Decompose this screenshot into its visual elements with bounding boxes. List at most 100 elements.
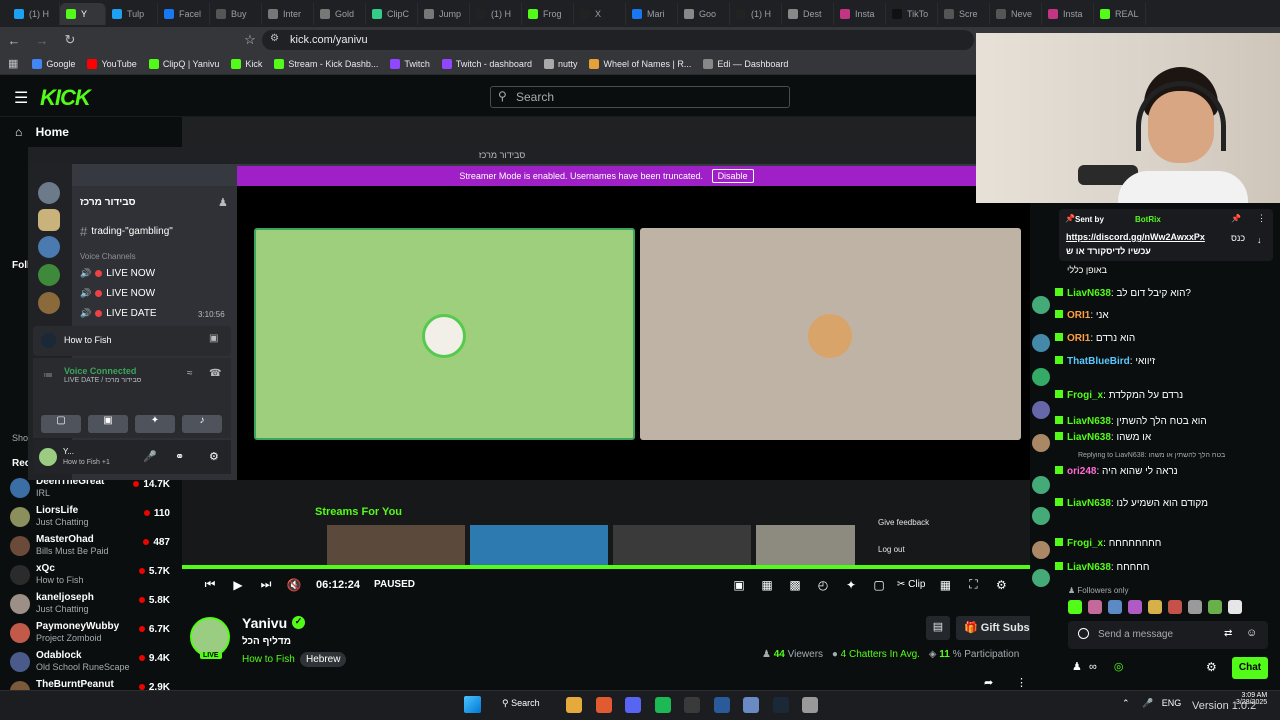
browser-tab[interactable]: Dest bbox=[782, 2, 834, 25]
apps-icon[interactable]: ▦ bbox=[8, 57, 18, 70]
chat-message[interactable]: ThatBlueBird: זיוואי bbox=[1055, 356, 1275, 367]
translate-icon[interactable]: ⇄ bbox=[1224, 628, 1232, 639]
chat-username[interactable]: ORI1 bbox=[1067, 310, 1090, 321]
browser-tab[interactable]: Mari bbox=[626, 2, 678, 25]
taskbar-app-icon[interactable] bbox=[625, 697, 641, 713]
activities-button[interactable]: ✦ bbox=[135, 415, 175, 433]
browser-tab[interactable]: Gold bbox=[314, 2, 366, 25]
server-icon[interactable] bbox=[38, 182, 60, 204]
browser-tab[interactable]: TikTo bbox=[886, 2, 938, 25]
browser-tab[interactable]: REAL bbox=[1094, 2, 1146, 25]
clip-button[interactable]: ✂ Clip bbox=[897, 579, 925, 590]
bookmark-item[interactable]: Kick bbox=[231, 58, 262, 69]
chat-username[interactable]: LiavN638 bbox=[1067, 432, 1111, 443]
tune-icon[interactable]: ⚙ bbox=[270, 33, 279, 44]
camera-icon[interactable]: ▣ bbox=[725, 578, 753, 592]
taskbar-search[interactable]: ⚲ Search bbox=[502, 698, 540, 709]
home-nav[interactable]: ⌂ Home bbox=[15, 125, 69, 139]
url-input[interactable]: kick.com/yanivu bbox=[262, 30, 974, 50]
browser-tab[interactable]: (1) H bbox=[8, 2, 60, 25]
voice-channel[interactable]: 🔊 LIVE NOW bbox=[80, 268, 155, 279]
sidebar-channel[interactable]: Odablock Old School RuneScape 9.4K bbox=[10, 650, 180, 674]
chat-message[interactable]: Frogi_x: חחחחחחחח bbox=[1055, 538, 1275, 549]
captions-icon[interactable]: ▦ bbox=[931, 578, 959, 592]
more-options-icon[interactable]: ⋮ bbox=[1016, 676, 1027, 689]
user-settings-icon[interactable]: ⚙ bbox=[209, 450, 219, 463]
tray-chevron-icon[interactable]: ⌃ bbox=[1122, 698, 1130, 708]
mic-tray-icon[interactable]: 🎤 bbox=[1142, 698, 1153, 708]
taskbar-app-icon[interactable] bbox=[566, 697, 582, 713]
theater-toggle-button[interactable]: ▤ bbox=[926, 616, 950, 640]
server-icon[interactable] bbox=[38, 264, 60, 286]
emote[interactable] bbox=[1108, 600, 1122, 614]
emote[interactable] bbox=[1148, 600, 1162, 614]
speed-icon[interactable]: ◴ bbox=[809, 578, 837, 592]
browser-tab[interactable]: ClipC bbox=[366, 2, 418, 25]
taskbar-app-icon[interactable] bbox=[802, 697, 818, 713]
pip-icon[interactable]: ▩ bbox=[781, 578, 809, 592]
chat-avatar[interactable] bbox=[1032, 541, 1050, 559]
browser-tab[interactable]: Frog bbox=[522, 2, 574, 25]
activity-share-icon[interactable]: ▣ bbox=[209, 333, 218, 344]
language-indicator[interactable]: ENG bbox=[1162, 698, 1182, 708]
unpin-icon[interactable]: 📌 bbox=[1231, 214, 1241, 223]
streamer-name[interactable]: Yanivu bbox=[242, 615, 287, 631]
emote[interactable] bbox=[1168, 600, 1182, 614]
taskbar-app-icon[interactable] bbox=[684, 697, 700, 713]
chat-username[interactable]: ThatBlueBird bbox=[1067, 356, 1130, 367]
browser-tab[interactable]: Jump bbox=[418, 2, 470, 25]
emote[interactable] bbox=[1208, 600, 1222, 614]
browser-tab[interactable]: Neve bbox=[990, 2, 1042, 25]
browser-tab[interactable]: (1) H bbox=[730, 2, 782, 25]
bookmark-item[interactable]: Twitch - dashboard bbox=[441, 58, 532, 69]
sidebar-channel[interactable]: kaneljoseph Just Chatting 5.8K bbox=[10, 592, 180, 616]
theater-icon[interactable]: ▢ bbox=[865, 578, 893, 592]
user-avatar[interactable] bbox=[39, 448, 57, 466]
sidebar-channel[interactable]: MasterOhad Bills Must Be Paid 487 bbox=[10, 534, 180, 558]
add-friend-icon[interactable]: ♟ bbox=[218, 196, 228, 209]
hamburger-menu-icon[interactable]: ☰ bbox=[14, 88, 28, 108]
chat-message[interactable]: LiavN638: או משהו bbox=[1055, 432, 1275, 443]
play-icon[interactable]: ▶ bbox=[224, 578, 252, 592]
server-icon[interactable] bbox=[38, 292, 60, 314]
disable-button[interactable]: Disable bbox=[711, 169, 754, 183]
browser-tab[interactable]: (1) H bbox=[470, 2, 522, 25]
chat-avatar[interactable] bbox=[1032, 434, 1050, 452]
pinned-more-icon[interactable]: ⋮ bbox=[1257, 213, 1266, 224]
bookmark-item[interactable]: Twitch bbox=[390, 58, 430, 69]
settings-icon[interactable]: ⚙ bbox=[987, 578, 1015, 592]
kick-logo[interactable]: KICK bbox=[40, 85, 91, 111]
server-icon[interactable] bbox=[38, 209, 60, 231]
sidebar-channel[interactable]: LiorsLife Just Chatting 110 bbox=[10, 505, 180, 529]
chat-username[interactable]: LiavN638 bbox=[1067, 562, 1111, 573]
voice-tile-other[interactable] bbox=[640, 228, 1021, 440]
chat-avatar[interactable] bbox=[1032, 569, 1050, 587]
chat-users-icon[interactable]: ♟ bbox=[1072, 661, 1082, 673]
bookmark-item[interactable]: ClipQ | Yanivu bbox=[148, 58, 219, 69]
sidebar-channel[interactable]: xQc How to Fish 5.7K bbox=[10, 563, 180, 587]
chat-message[interactable]: ORI1: הוא נרדם bbox=[1055, 333, 1275, 344]
activity-panel[interactable]: How to Fish ▣ bbox=[33, 326, 231, 356]
voice-tile-self[interactable] bbox=[254, 228, 635, 440]
bookmark-item[interactable]: Edi — Dashboard bbox=[703, 58, 788, 69]
chat-username[interactable]: ORI1 bbox=[1067, 333, 1090, 344]
taskbar-app-icon[interactable] bbox=[654, 697, 671, 713]
chat-avatar[interactable] bbox=[1032, 401, 1050, 419]
chat-avatar[interactable] bbox=[1032, 296, 1050, 314]
chat-username[interactable]: ori248 bbox=[1067, 466, 1096, 477]
noise-suppression-icon[interactable]: ≈ bbox=[187, 368, 193, 379]
taskbar-app-icon[interactable] bbox=[713, 697, 730, 713]
collapse-icon[interactable]: ↓ bbox=[1257, 235, 1262, 245]
browser-tab[interactable]: Y bbox=[60, 2, 106, 25]
camera-off-button[interactable]: ▢ bbox=[41, 415, 81, 433]
browser-tab[interactable]: X bbox=[574, 2, 626, 25]
screen-share-button[interactable]: ▣ bbox=[88, 415, 128, 433]
chat-username[interactable]: LiavN638 bbox=[1067, 498, 1111, 509]
gift-subs-button[interactable]: 🎁 Gift Subs bbox=[956, 616, 1036, 640]
microphone-icon[interactable]: 🎤 bbox=[143, 450, 157, 463]
sidebar-channel[interactable]: PaymoneyWubby Project Zomboid 6.7K bbox=[10, 621, 180, 645]
taskbar-app-icon[interactable] bbox=[772, 697, 789, 713]
taskbar-app-icon[interactable] bbox=[595, 697, 612, 713]
discord-server-name[interactable]: סבידור מרכז bbox=[80, 197, 136, 208]
bookmark-item[interactable]: YouTube bbox=[87, 58, 137, 69]
